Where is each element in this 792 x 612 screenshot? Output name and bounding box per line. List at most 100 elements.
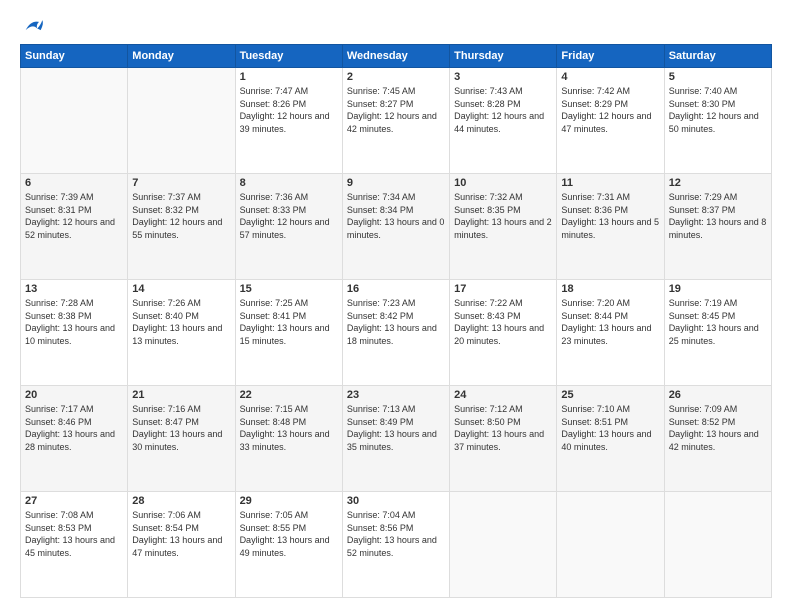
day-number: 24 (454, 389, 552, 401)
logo-text (20, 18, 46, 34)
day-cell: 26 Sunrise: 7:09 AM Sunset: 8:52 PM Dayli… (664, 386, 771, 492)
day-number: 13 (25, 283, 123, 295)
day-cell: 3 Sunrise: 7:43 AM Sunset: 8:28 PM Daylig… (450, 68, 557, 174)
day-cell: 30 Sunrise: 7:04 AM Sunset: 8:56 PM Dayli… (342, 492, 449, 598)
week-row-4: 27 Sunrise: 7:08 AM Sunset: 8:53 PM Dayli… (21, 492, 772, 598)
day-info: Sunrise: 7:13 AM Sunset: 8:49 PM Dayligh… (347, 403, 445, 453)
day-info: Sunrise: 7:22 AM Sunset: 8:43 PM Dayligh… (454, 297, 552, 347)
day-info: Sunrise: 7:32 AM Sunset: 8:35 PM Dayligh… (454, 191, 552, 241)
day-info: Sunrise: 7:10 AM Sunset: 8:51 PM Dayligh… (561, 403, 659, 453)
day-number: 4 (561, 71, 659, 83)
day-cell: 2 Sunrise: 7:45 AM Sunset: 8:27 PM Daylig… (342, 68, 449, 174)
day-cell: 10 Sunrise: 7:32 AM Sunset: 8:35 PM Dayli… (450, 174, 557, 280)
day-info: Sunrise: 7:09 AM Sunset: 8:52 PM Dayligh… (669, 403, 767, 453)
day-number: 30 (347, 495, 445, 507)
day-number: 3 (454, 71, 552, 83)
day-cell: 18 Sunrise: 7:20 AM Sunset: 8:44 PM Dayli… (557, 280, 664, 386)
day-number: 14 (132, 283, 230, 295)
day-number: 16 (347, 283, 445, 295)
day-cell: 9Sunrise: 7:34 AM Sunset: 8:34 PM Daylig… (342, 174, 449, 280)
day-info: Sunrise: 7:12 AM Sunset: 8:50 PM Dayligh… (454, 403, 552, 453)
day-number: 2 (347, 71, 445, 83)
day-cell: 12 Sunrise: 7:29 AM Sunset: 8:37 PM Dayli… (664, 174, 771, 280)
day-cell (664, 492, 771, 598)
day-cell: 14Sunrise: 7:26 AM Sunset: 8:40 PM Dayli… (128, 280, 235, 386)
day-cell: 19 Sunrise: 7:19 AM Sunset: 8:45 PM Dayli… (664, 280, 771, 386)
day-number: 7 (132, 177, 230, 189)
day-cell: 29Sunrise: 7:05 AM Sunset: 8:55 PM Dayli… (235, 492, 342, 598)
day-info: Sunrise: 7:37 AM Sunset: 8:32 PM Dayligh… (132, 191, 230, 241)
day-number: 19 (669, 283, 767, 295)
day-info: Sunrise: 7:17 AM Sunset: 8:46 PM Dayligh… (25, 403, 123, 453)
day-cell: 28Sunrise: 7:06 AM Sunset: 8:54 PM Dayli… (128, 492, 235, 598)
day-cell: 20 Sunrise: 7:17 AM Sunset: 8:46 PM Dayli… (21, 386, 128, 492)
day-info: Sunrise: 7:29 AM Sunset: 8:37 PM Dayligh… (669, 191, 767, 241)
day-cell (450, 492, 557, 598)
day-number: 5 (669, 71, 767, 83)
day-cell: 16 Sunrise: 7:23 AM Sunset: 8:42 PM Dayli… (342, 280, 449, 386)
day-info: Sunrise: 7:36 AM Sunset: 8:33 PM Dayligh… (240, 191, 338, 241)
day-info: Sunrise: 7:23 AM Sunset: 8:42 PM Dayligh… (347, 297, 445, 347)
day-info: Sunrise: 7:31 AM Sunset: 8:36 PM Dayligh… (561, 191, 659, 241)
weekday-header-thursday: Thursday (450, 45, 557, 68)
day-cell (21, 68, 128, 174)
logo-bird-icon (24, 18, 44, 34)
week-row-0: 1 Sunrise: 7:47 AM Sunset: 8:26 PM Daylig… (21, 68, 772, 174)
day-number: 26 (669, 389, 767, 401)
day-info: Sunrise: 7:08 AM Sunset: 8:53 PM Dayligh… (25, 509, 123, 559)
day-cell: 24 Sunrise: 7:12 AM Sunset: 8:50 PM Dayli… (450, 386, 557, 492)
day-number: 11 (561, 177, 659, 189)
day-number: 20 (25, 389, 123, 401)
day-cell (557, 492, 664, 598)
week-row-2: 13 Sunrise: 7:28 AM Sunset: 8:38 PM Dayli… (21, 280, 772, 386)
day-info: Sunrise: 7:28 AM Sunset: 8:38 PM Dayligh… (25, 297, 123, 347)
day-info: Sunrise: 7:15 AM Sunset: 8:48 PM Dayligh… (240, 403, 338, 453)
weekday-header-monday: Monday (128, 45, 235, 68)
day-number: 17 (454, 283, 552, 295)
day-info: Sunrise: 7:42 AM Sunset: 8:29 PM Dayligh… (561, 85, 659, 135)
day-cell: 23 Sunrise: 7:13 AM Sunset: 8:49 PM Dayli… (342, 386, 449, 492)
day-cell: 6 Sunrise: 7:39 AM Sunset: 8:31 PM Daylig… (21, 174, 128, 280)
day-cell: 27 Sunrise: 7:08 AM Sunset: 8:53 PM Dayli… (21, 492, 128, 598)
logo (20, 18, 46, 34)
day-info: Sunrise: 7:39 AM Sunset: 8:31 PM Dayligh… (25, 191, 123, 241)
day-number: 6 (25, 177, 123, 189)
day-info: Sunrise: 7:25 AM Sunset: 8:41 PM Dayligh… (240, 297, 338, 347)
day-cell: 11 Sunrise: 7:31 AM Sunset: 8:36 PM Dayli… (557, 174, 664, 280)
day-info: Sunrise: 7:19 AM Sunset: 8:45 PM Dayligh… (669, 297, 767, 347)
day-number: 22 (240, 389, 338, 401)
day-cell: 17 Sunrise: 7:22 AM Sunset: 8:43 PM Dayli… (450, 280, 557, 386)
header (20, 18, 772, 34)
day-number: 25 (561, 389, 659, 401)
day-number: 27 (25, 495, 123, 507)
day-info: Sunrise: 7:40 AM Sunset: 8:30 PM Dayligh… (669, 85, 767, 135)
day-number: 23 (347, 389, 445, 401)
day-number: 12 (669, 177, 767, 189)
day-info: Sunrise: 7:16 AM Sunset: 8:47 PM Dayligh… (132, 403, 230, 453)
week-row-3: 20 Sunrise: 7:17 AM Sunset: 8:46 PM Dayli… (21, 386, 772, 492)
day-number: 10 (454, 177, 552, 189)
page: SundayMondayTuesdayWednesdayThursdayFrid… (0, 0, 792, 612)
day-number: 15 (240, 283, 338, 295)
day-info: Sunrise: 7:20 AM Sunset: 8:44 PM Dayligh… (561, 297, 659, 347)
day-number: 18 (561, 283, 659, 295)
day-number: 21 (132, 389, 230, 401)
day-info: Sunrise: 7:43 AM Sunset: 8:28 PM Dayligh… (454, 85, 552, 135)
weekday-header-friday: Friday (557, 45, 664, 68)
day-cell (128, 68, 235, 174)
day-info: Sunrise: 7:45 AM Sunset: 8:27 PM Dayligh… (347, 85, 445, 135)
day-cell: 5 Sunrise: 7:40 AM Sunset: 8:30 PM Daylig… (664, 68, 771, 174)
weekday-header-tuesday: Tuesday (235, 45, 342, 68)
day-number: 1 (240, 71, 338, 83)
day-info: Sunrise: 7:47 AM Sunset: 8:26 PM Dayligh… (240, 85, 338, 135)
weekday-header-wednesday: Wednesday (342, 45, 449, 68)
day-cell: 15 Sunrise: 7:25 AM Sunset: 8:41 PM Dayli… (235, 280, 342, 386)
weekday-header-row: SundayMondayTuesdayWednesdayThursdayFrid… (21, 45, 772, 68)
day-cell: 7 Sunrise: 7:37 AM Sunset: 8:32 PM Daylig… (128, 174, 235, 280)
day-cell: 22 Sunrise: 7:15 AM Sunset: 8:48 PM Dayli… (235, 386, 342, 492)
day-number: 8 (240, 177, 338, 189)
day-number: 28 (132, 495, 230, 507)
week-row-1: 6 Sunrise: 7:39 AM Sunset: 8:31 PM Daylig… (21, 174, 772, 280)
day-info: Sunrise: 7:04 AM Sunset: 8:56 PM Dayligh… (347, 509, 445, 559)
day-cell: 1 Sunrise: 7:47 AM Sunset: 8:26 PM Daylig… (235, 68, 342, 174)
